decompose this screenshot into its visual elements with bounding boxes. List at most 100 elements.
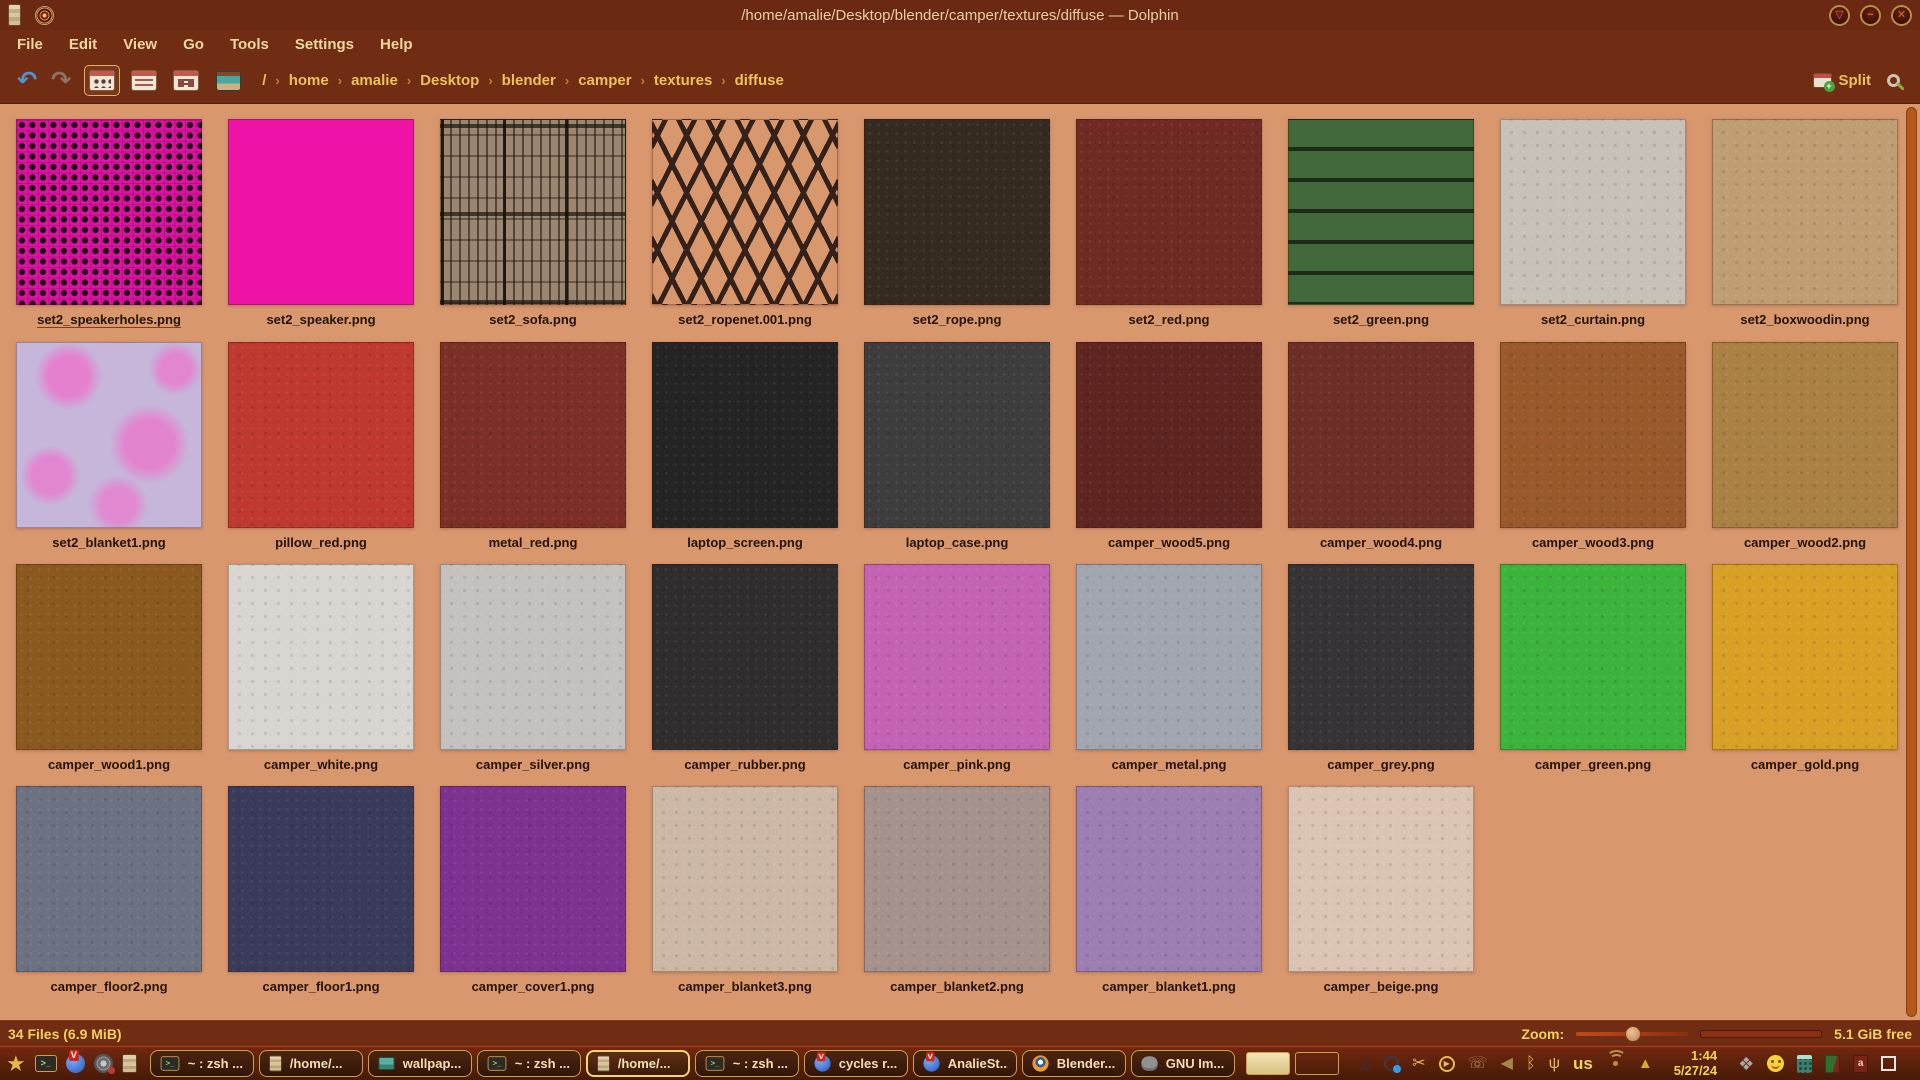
vertical-scrollbar[interactable] — [1906, 107, 1917, 1017]
menu-file[interactable]: File — [6, 34, 54, 55]
file-item[interactable]: set2_green.png — [1288, 119, 1474, 328]
emoji-smiley-icon[interactable] — [1767, 1055, 1784, 1072]
shade-button[interactable]: ▽ — [1829, 5, 1850, 26]
dictionary-red-icon[interactable]: a — [1853, 1055, 1868, 1073]
breadcrumb-segment[interactable]: textures — [647, 70, 719, 91]
search-icon[interactable] — [1887, 74, 1900, 87]
file-item[interactable]: set2_rope.png — [864, 119, 1050, 328]
task-button[interactable]: cycles r... — [804, 1050, 908, 1077]
music-note-icon[interactable]: ♫ — [1358, 1055, 1372, 1073]
tray-expander-icon[interactable]: ▲ — [1638, 1056, 1653, 1071]
breadcrumb-segment[interactable]: camper — [571, 70, 638, 91]
file-item[interactable]: camper_floor2.png — [16, 786, 202, 994]
media-launcher-icon[interactable] — [94, 1054, 113, 1073]
breadcrumb-segment[interactable]: diffuse — [728, 70, 791, 91]
volume-muted-icon[interactable]: ◀ — [1501, 1056, 1513, 1072]
task-button[interactable]: >_~ : zsh ... — [150, 1050, 254, 1077]
browser-launcher-icon[interactable] — [66, 1054, 85, 1073]
file-item[interactable]: set2_curtain.png — [1500, 119, 1686, 328]
bluetooth-icon[interactable]: ᛒ — [1526, 1056, 1536, 1072]
file-item[interactable]: pillow_red.png — [228, 342, 414, 550]
file-item[interactable]: camper_gold.png — [1712, 564, 1898, 772]
breadcrumb-segment[interactable]: / — [255, 70, 273, 91]
file-item[interactable]: laptop_case.png — [864, 342, 1050, 550]
task-button[interactable]: AnalieSt... — [913, 1050, 1017, 1077]
digital-clock[interactable]: 1:445/27/24 — [1674, 1049, 1717, 1078]
details-view-button[interactable] — [126, 65, 162, 96]
menu-view[interactable]: View — [112, 34, 168, 55]
calculator-icon[interactable] — [1797, 1055, 1812, 1073]
terminal-launcher-icon[interactable]: >_ — [35, 1055, 57, 1072]
file-item[interactable]: camper_rubber.png — [652, 564, 838, 772]
file-item[interactable]: camper_cover1.png — [440, 786, 626, 994]
breadcrumb-segment[interactable]: Desktop — [413, 70, 486, 91]
close-button[interactable]: ✕ — [1891, 5, 1912, 26]
file-item[interactable]: camper_wood1.png — [16, 564, 202, 772]
task-button[interactable]: Blender... — [1022, 1050, 1126, 1077]
filemanager-launcher-icon[interactable] — [122, 1054, 137, 1073]
file-item[interactable]: camper_white.png — [228, 564, 414, 772]
task-button[interactable]: wallpap... — [368, 1050, 472, 1077]
file-item[interactable]: set2_speakerholes.png — [16, 119, 202, 328]
menu-settings[interactable]: Settings — [284, 34, 365, 55]
file-item[interactable]: camper_green.png — [1500, 564, 1686, 772]
file-item[interactable]: camper_grey.png — [1288, 564, 1474, 772]
wifi-icon[interactable] — [1613, 1061, 1618, 1066]
task-button[interactable]: GNU Im... — [1131, 1050, 1235, 1077]
file-item[interactable]: camper_silver.png — [440, 564, 626, 772]
menu-edit[interactable]: Edit — [58, 34, 108, 55]
desktop-1[interactable] — [1246, 1052, 1290, 1075]
file-item[interactable]: set2_speaker.png — [228, 119, 414, 328]
file-item[interactable]: camper_wood5.png — [1076, 342, 1262, 550]
file-item[interactable]: camper_wood2.png — [1712, 342, 1898, 550]
zoom-slider-handle[interactable] — [1625, 1026, 1641, 1042]
desktop-2[interactable] — [1295, 1052, 1339, 1075]
file-item[interactable]: camper_metal.png — [1076, 564, 1262, 772]
minimize-button[interactable]: − — [1860, 5, 1881, 26]
breadcrumb-segment[interactable]: home — [282, 70, 336, 91]
zoom-slider[interactable] — [1576, 1032, 1688, 1036]
back-button[interactable]: ↶ — [17, 69, 37, 93]
file-item[interactable]: set2_blanket1.png — [16, 342, 202, 550]
file-item[interactable]: set2_ropenet.001.png — [652, 119, 838, 328]
file-item[interactable]: set2_sofa.png — [440, 119, 626, 328]
clock-app-icon[interactable] — [1384, 1056, 1399, 1071]
file-item[interactable]: set2_boxwoodin.png — [1712, 119, 1898, 328]
forward-button[interactable]: ↷ — [51, 69, 71, 93]
breadcrumb-segment[interactable]: blender — [495, 70, 563, 91]
task-button[interactable]: /home/... — [586, 1050, 690, 1077]
file-item[interactable]: laptop_screen.png — [652, 342, 838, 550]
keyboard-layout-indicator[interactable]: us — [1573, 1054, 1593, 1074]
usb-icon[interactable]: ψ — [1549, 1056, 1560, 1072]
file-item[interactable]: camper_blanket1.png — [1076, 786, 1262, 994]
file-item[interactable]: metal_red.png — [440, 342, 626, 550]
task-button[interactable]: >_~ : zsh ... — [695, 1050, 799, 1077]
file-item[interactable]: camper_wood3.png — [1500, 342, 1686, 550]
file-item[interactable]: camper_floor1.png — [228, 786, 414, 994]
breadcrumb-segment[interactable]: amalie — [344, 70, 405, 91]
system-tray: ♫ ✂ ▶ ☏ ◀ ᛒψus ▲ 1:445/27/24 ❖ a — [1358, 1049, 1896, 1078]
menu-help[interactable]: Help — [369, 34, 424, 55]
file-item[interactable]: camper_blanket3.png — [652, 786, 838, 994]
file-item[interactable]: camper_pink.png — [864, 564, 1050, 772]
menu-go[interactable]: Go — [172, 34, 215, 55]
file-item[interactable]: set2_red.png — [1076, 119, 1262, 328]
task-button[interactable]: >_~ : zsh ... — [477, 1050, 581, 1077]
menu-tools[interactable]: Tools — [219, 34, 280, 55]
split-button[interactable]: Split — [1813, 72, 1872, 89]
icons-view-button[interactable] — [84, 65, 120, 96]
media-play-icon[interactable]: ▶ — [1439, 1056, 1455, 1072]
kdeconnect-phone-icon[interactable]: ☏ — [1468, 1056, 1488, 1072]
show-desktop-icon[interactable] — [1881, 1056, 1896, 1071]
dictionary-green-icon[interactable] — [1825, 1055, 1840, 1073]
clipboard-scissors-icon[interactable]: ✂ — [1412, 1056, 1425, 1072]
task-button[interactable]: /home/... — [259, 1050, 363, 1077]
app-grey-icon[interactable]: ❖ — [1738, 1055, 1754, 1073]
task-label: ~ : zsh ... — [188, 1056, 243, 1071]
compact-view-button[interactable] — [168, 65, 204, 96]
file-item[interactable]: camper_wood4.png — [1288, 342, 1474, 550]
file-item[interactable]: camper_blanket2.png — [864, 786, 1050, 994]
app-launcher-icon[interactable]: ★ — [6, 1053, 26, 1075]
file-item[interactable]: camper_beige.png — [1288, 786, 1474, 994]
folder-root-icon[interactable] — [216, 71, 241, 91]
